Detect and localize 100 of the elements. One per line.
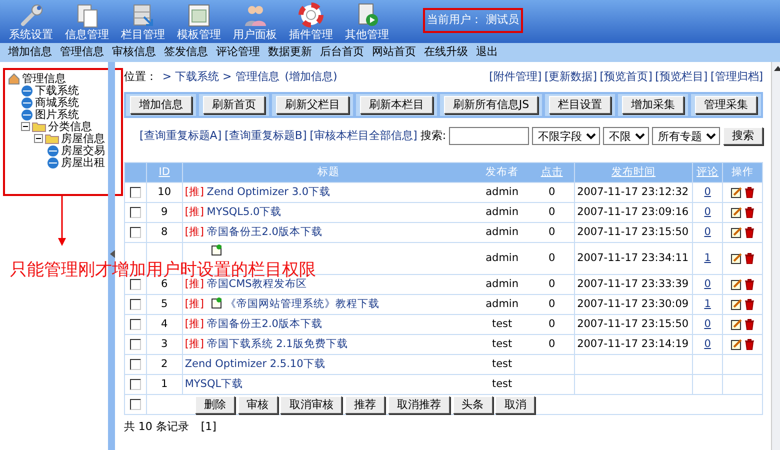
collapse-toggle[interactable] — [34, 134, 43, 144]
edit-icon[interactable] — [730, 278, 742, 290]
checkbox[interactable] — [130, 398, 141, 410]
search-field[interactable] — [449, 127, 530, 146]
edit-icon[interactable] — [730, 206, 742, 218]
delete-icon[interactable] — [745, 252, 754, 264]
scrollbar[interactable] — [771, 62, 780, 450]
edit-icon[interactable] — [730, 338, 742, 350]
comment-count-link[interactable]: 0 — [704, 206, 711, 218]
comment-count-link[interactable]: 1 — [704, 252, 711, 264]
toolbar-link[interactable]: [预览首页] — [600, 68, 652, 86]
title-link[interactable]: 帝国备份王2.0版本下载 — [206, 318, 322, 332]
edit-icon[interactable] — [730, 318, 742, 330]
toolbar-button[interactable]: 模板管理 — [170, 0, 227, 41]
toolbar-link[interactable]: [预览栏目] — [655, 68, 708, 86]
delete-icon[interactable] — [745, 206, 754, 218]
action-button[interactable]: 审核 — [238, 396, 278, 414]
collapse-toggle[interactable] — [20, 122, 30, 132]
comment-count-link[interactable]: 0 — [704, 338, 711, 350]
checkbox[interactable] — [130, 378, 141, 390]
action-button[interactable]: 增加采集 — [622, 96, 684, 114]
comment-count-link[interactable]: 1 — [704, 298, 711, 310]
action-button[interactable]: 刷新父栏目 — [276, 96, 349, 114]
menu-item[interactable]: 评论管理 — [216, 44, 268, 61]
action-button[interactable]: 取消推荐 — [388, 396, 450, 414]
toolbar-button[interactable]: 插件管理 — [282, 0, 339, 41]
title-link[interactable]: 帝国备份王2.0版本下载 — [206, 226, 322, 240]
collapse-icon[interactable] — [110, 250, 116, 258]
action-button[interactable]: 刷新首页 — [202, 96, 265, 114]
search-link[interactable]: [查询重复标题A] — [140, 128, 222, 144]
checkbox[interactable] — [130, 338, 141, 350]
author-cell: admin — [486, 298, 519, 310]
search-link[interactable]: [查询重复标题B] — [224, 128, 307, 144]
search-button[interactable]: 搜索 — [723, 127, 764, 146]
checkbox[interactable] — [130, 226, 141, 238]
menu-item[interactable]: 审核信息 — [112, 44, 164, 61]
checkbox[interactable] — [130, 206, 141, 218]
title-link[interactable]: Zend Optimizer 3.0下载 — [206, 186, 331, 200]
search-link[interactable]: [审核本栏目全部信息] — [310, 128, 418, 144]
edit-icon[interactable] — [730, 226, 742, 238]
toolbar-link[interactable]: [管理归档] — [710, 68, 764, 86]
checkbox[interactable] — [130, 298, 141, 310]
filter-select[interactable]: 所有专题 — [652, 127, 720, 146]
menu-item[interactable]: 在线升级 — [424, 44, 476, 61]
tree-item[interactable]: 房屋出租 — [60, 154, 105, 171]
comment-count-link[interactable]: 0 — [704, 226, 711, 238]
filter-select[interactable]: 不限字段 — [532, 127, 600, 146]
menu-item[interactable]: 后台首页 — [320, 44, 372, 61]
action-button[interactable]: 增加信息 — [130, 96, 192, 114]
page-link[interactable]: [1] — [200, 419, 216, 436]
toolbar-link[interactable]: [附件管理] — [489, 68, 542, 86]
title-link[interactable]: Zend Optimizer 2.5.10下载 — [184, 358, 326, 372]
action-button[interactable]: 刷新所有信息JS — [444, 96, 538, 114]
edit-icon[interactable] — [730, 298, 742, 310]
delete-icon[interactable] — [745, 338, 754, 350]
delete-icon[interactable] — [745, 298, 754, 310]
toolbar-button[interactable]: 栏目管理 — [114, 0, 171, 41]
menu-item[interactable]: 数据更新 — [268, 44, 320, 61]
delete-icon[interactable] — [745, 186, 754, 198]
checkbox[interactable] — [130, 278, 141, 290]
delete-icon[interactable] — [745, 318, 754, 330]
action-button[interactable]: 刷新本栏目 — [360, 96, 433, 114]
comment-count-link[interactable]: 0 — [704, 318, 711, 330]
toolbar-button[interactable]: 信息管理 — [58, 0, 115, 41]
action-button[interactable]: 推荐 — [345, 396, 386, 414]
breadcrumb-link[interactable]: > 下载系统 > 管理信息 — [162, 68, 280, 86]
recommend-tag: [推] — [184, 278, 204, 292]
checkbox[interactable] — [130, 358, 141, 370]
toolbar-button[interactable]: 用户面板 — [226, 0, 283, 41]
checkbox[interactable] — [130, 186, 141, 198]
menu-item[interactable]: 网站首页 — [372, 44, 424, 61]
toolbar-link[interactable]: [更新数据] — [544, 68, 598, 86]
edit-icon[interactable] — [730, 186, 742, 198]
title-link[interactable]: MYSQL下载 — [184, 378, 244, 392]
menu-item[interactable]: 增加信息 — [8, 44, 60, 61]
annotation-text: 只能管理刚才增加用户时设置的栏目权限 — [10, 262, 316, 279]
menu-item[interactable]: 签发信息 — [164, 44, 216, 61]
action-button[interactable]: 栏目设置 — [549, 96, 612, 114]
menu-item[interactable]: 退出 — [476, 44, 528, 61]
comment-count-link[interactable]: 0 — [704, 186, 711, 198]
delete-icon[interactable] — [745, 226, 754, 238]
menu-item[interactable]: 管理信息 — [60, 44, 112, 61]
action-button[interactable]: 取消 — [495, 396, 536, 414]
action-button[interactable]: 删除 — [194, 396, 235, 414]
checkbox[interactable] — [130, 318, 141, 330]
toolbar-button[interactable]: 其他管理 — [338, 0, 395, 41]
action-button[interactable]: 取消审核 — [280, 396, 342, 414]
delete-icon[interactable] — [745, 278, 754, 290]
title-link[interactable]: 帝国CMS教程发布区 — [206, 278, 307, 292]
current-user-name: 测试员 — [486, 12, 519, 28]
comment-count-link[interactable]: 0 — [704, 278, 711, 290]
edit-icon[interactable] — [730, 252, 742, 264]
title-link[interactable]: 帝国下载系统 2.1版免费下载 — [206, 338, 348, 352]
title-link[interactable]: 《帝国网站管理系统》教程下载 — [226, 298, 380, 312]
toolbar-button[interactable]: 系统设置 — [2, 0, 59, 41]
breadcrumb-link[interactable]: (增加信息) — [284, 68, 338, 86]
title-link[interactable]: MYSQL5.0下载 — [206, 206, 282, 220]
action-button[interactable]: 头条 — [452, 396, 493, 414]
action-button[interactable]: 管理采集 — [695, 96, 758, 114]
filter-select[interactable]: 不限 — [603, 127, 650, 146]
